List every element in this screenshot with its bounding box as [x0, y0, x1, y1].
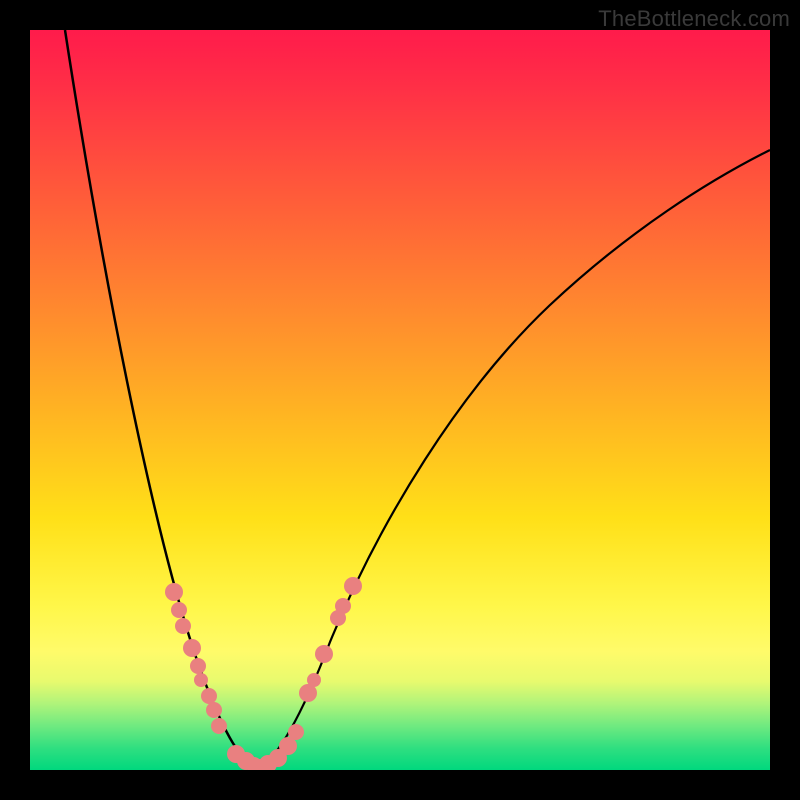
data-dot: [307, 673, 321, 687]
data-dot: [211, 718, 227, 734]
data-dot: [183, 639, 201, 657]
data-dot: [190, 658, 206, 674]
data-dot: [201, 688, 217, 704]
data-dot: [344, 577, 362, 595]
watermark-text: TheBottleneck.com: [598, 6, 790, 32]
data-dot: [315, 645, 333, 663]
curve-right: [258, 150, 770, 770]
data-dot: [175, 618, 191, 634]
data-dot: [165, 583, 183, 601]
data-dots: [165, 577, 362, 770]
curve-left: [65, 30, 255, 769]
data-dot: [335, 598, 351, 614]
data-dot: [206, 702, 222, 718]
data-dot: [288, 724, 304, 740]
chart-plot-area: [30, 30, 770, 770]
data-dot: [194, 673, 208, 687]
data-dot: [171, 602, 187, 618]
chart-svg: [30, 30, 770, 770]
